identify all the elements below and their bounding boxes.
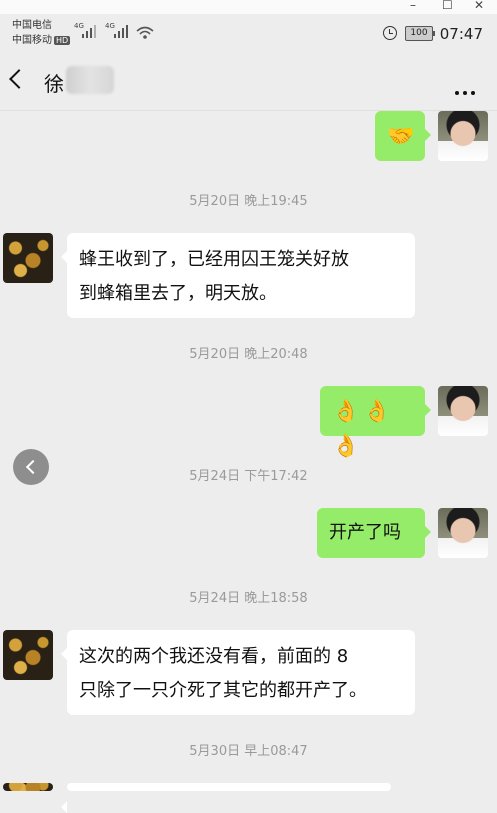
avatar[interactable] (3, 630, 53, 680)
message-text-line: 这次的两个我还没有看，前面的 8 (79, 646, 349, 667)
hd-badge: HD (54, 36, 71, 45)
message-text: 开产了吗 (329, 522, 401, 543)
close-button[interactable]: ✕ (474, 0, 484, 12)
signal-icon (82, 24, 96, 38)
blurred-name-mask (66, 66, 114, 94)
alarm-icon (383, 26, 397, 40)
message-timestamp: 5月24日 下午17:42 (189, 469, 308, 484)
handshake-emoji: 🤝 (387, 124, 419, 149)
sent-message-bubble[interactable]: 🤝 (375, 111, 431, 161)
message-text-line: 蜂王收到了，已经用囚王笼关好放 (79, 249, 349, 270)
maximize-button[interactable]: ☐ (442, 0, 453, 12)
status-bar: 中国电信 中国移动 HD 4G 4G 100 07:47 (0, 14, 497, 54)
received-message-bubble[interactable] (61, 783, 391, 813)
carrier-2-row: 中国移动 HD (12, 35, 71, 47)
more-dots-icon[interactable] (451, 80, 475, 99)
avatar[interactable] (438, 111, 488, 161)
battery-icon: 100 (405, 26, 435, 41)
received-message-bubble[interactable]: 蜂王收到了，已经用囚王笼关好放 到蜂箱里去了，明天放。 (61, 233, 415, 318)
minimize-button[interactable]: – (410, 0, 416, 12)
carrier-1-label: 中国电信 (12, 20, 52, 31)
signal-icon (114, 24, 128, 38)
chat-title: 徐 (44, 72, 64, 96)
avatar[interactable] (3, 783, 53, 791)
message-timestamp: 5月20日 晚上20:48 (189, 347, 308, 362)
avatar[interactable] (438, 508, 488, 558)
sent-message-bubble[interactable]: 开产了吗 (317, 508, 431, 558)
message-timestamp: 5月30日 早上08:47 (189, 744, 308, 759)
message-timestamp: 5月24日 晚上18:58 (189, 591, 308, 606)
message-timestamp: 5月20日 晚上19:45 (189, 194, 308, 209)
ok-hand-emoji: 👌👌👌 (332, 399, 395, 459)
sent-message-bubble[interactable]: 👌👌👌 (320, 386, 431, 459)
avatar[interactable] (3, 233, 53, 283)
avatar[interactable] (438, 386, 488, 436)
status-time: 07:47 (439, 25, 483, 43)
chevron-left-icon[interactable] (9, 69, 29, 89)
received-message-bubble[interactable]: 这次的两个我还没有看，前面的 8 只除了一只介死了其它的都开产了。 (61, 630, 415, 715)
message-text-line: 到蜂箱里去了，明天放。 (79, 283, 277, 304)
chat-header: 徐 (0, 54, 497, 111)
wifi-icon (136, 26, 154, 39)
message-text-line: 只除了一只介死了其它的都开产了。 (79, 680, 367, 701)
window-controls-bar: – ☐ ✕ (0, 0, 497, 14)
carrier-2-label: 中国移动 (12, 35, 52, 46)
